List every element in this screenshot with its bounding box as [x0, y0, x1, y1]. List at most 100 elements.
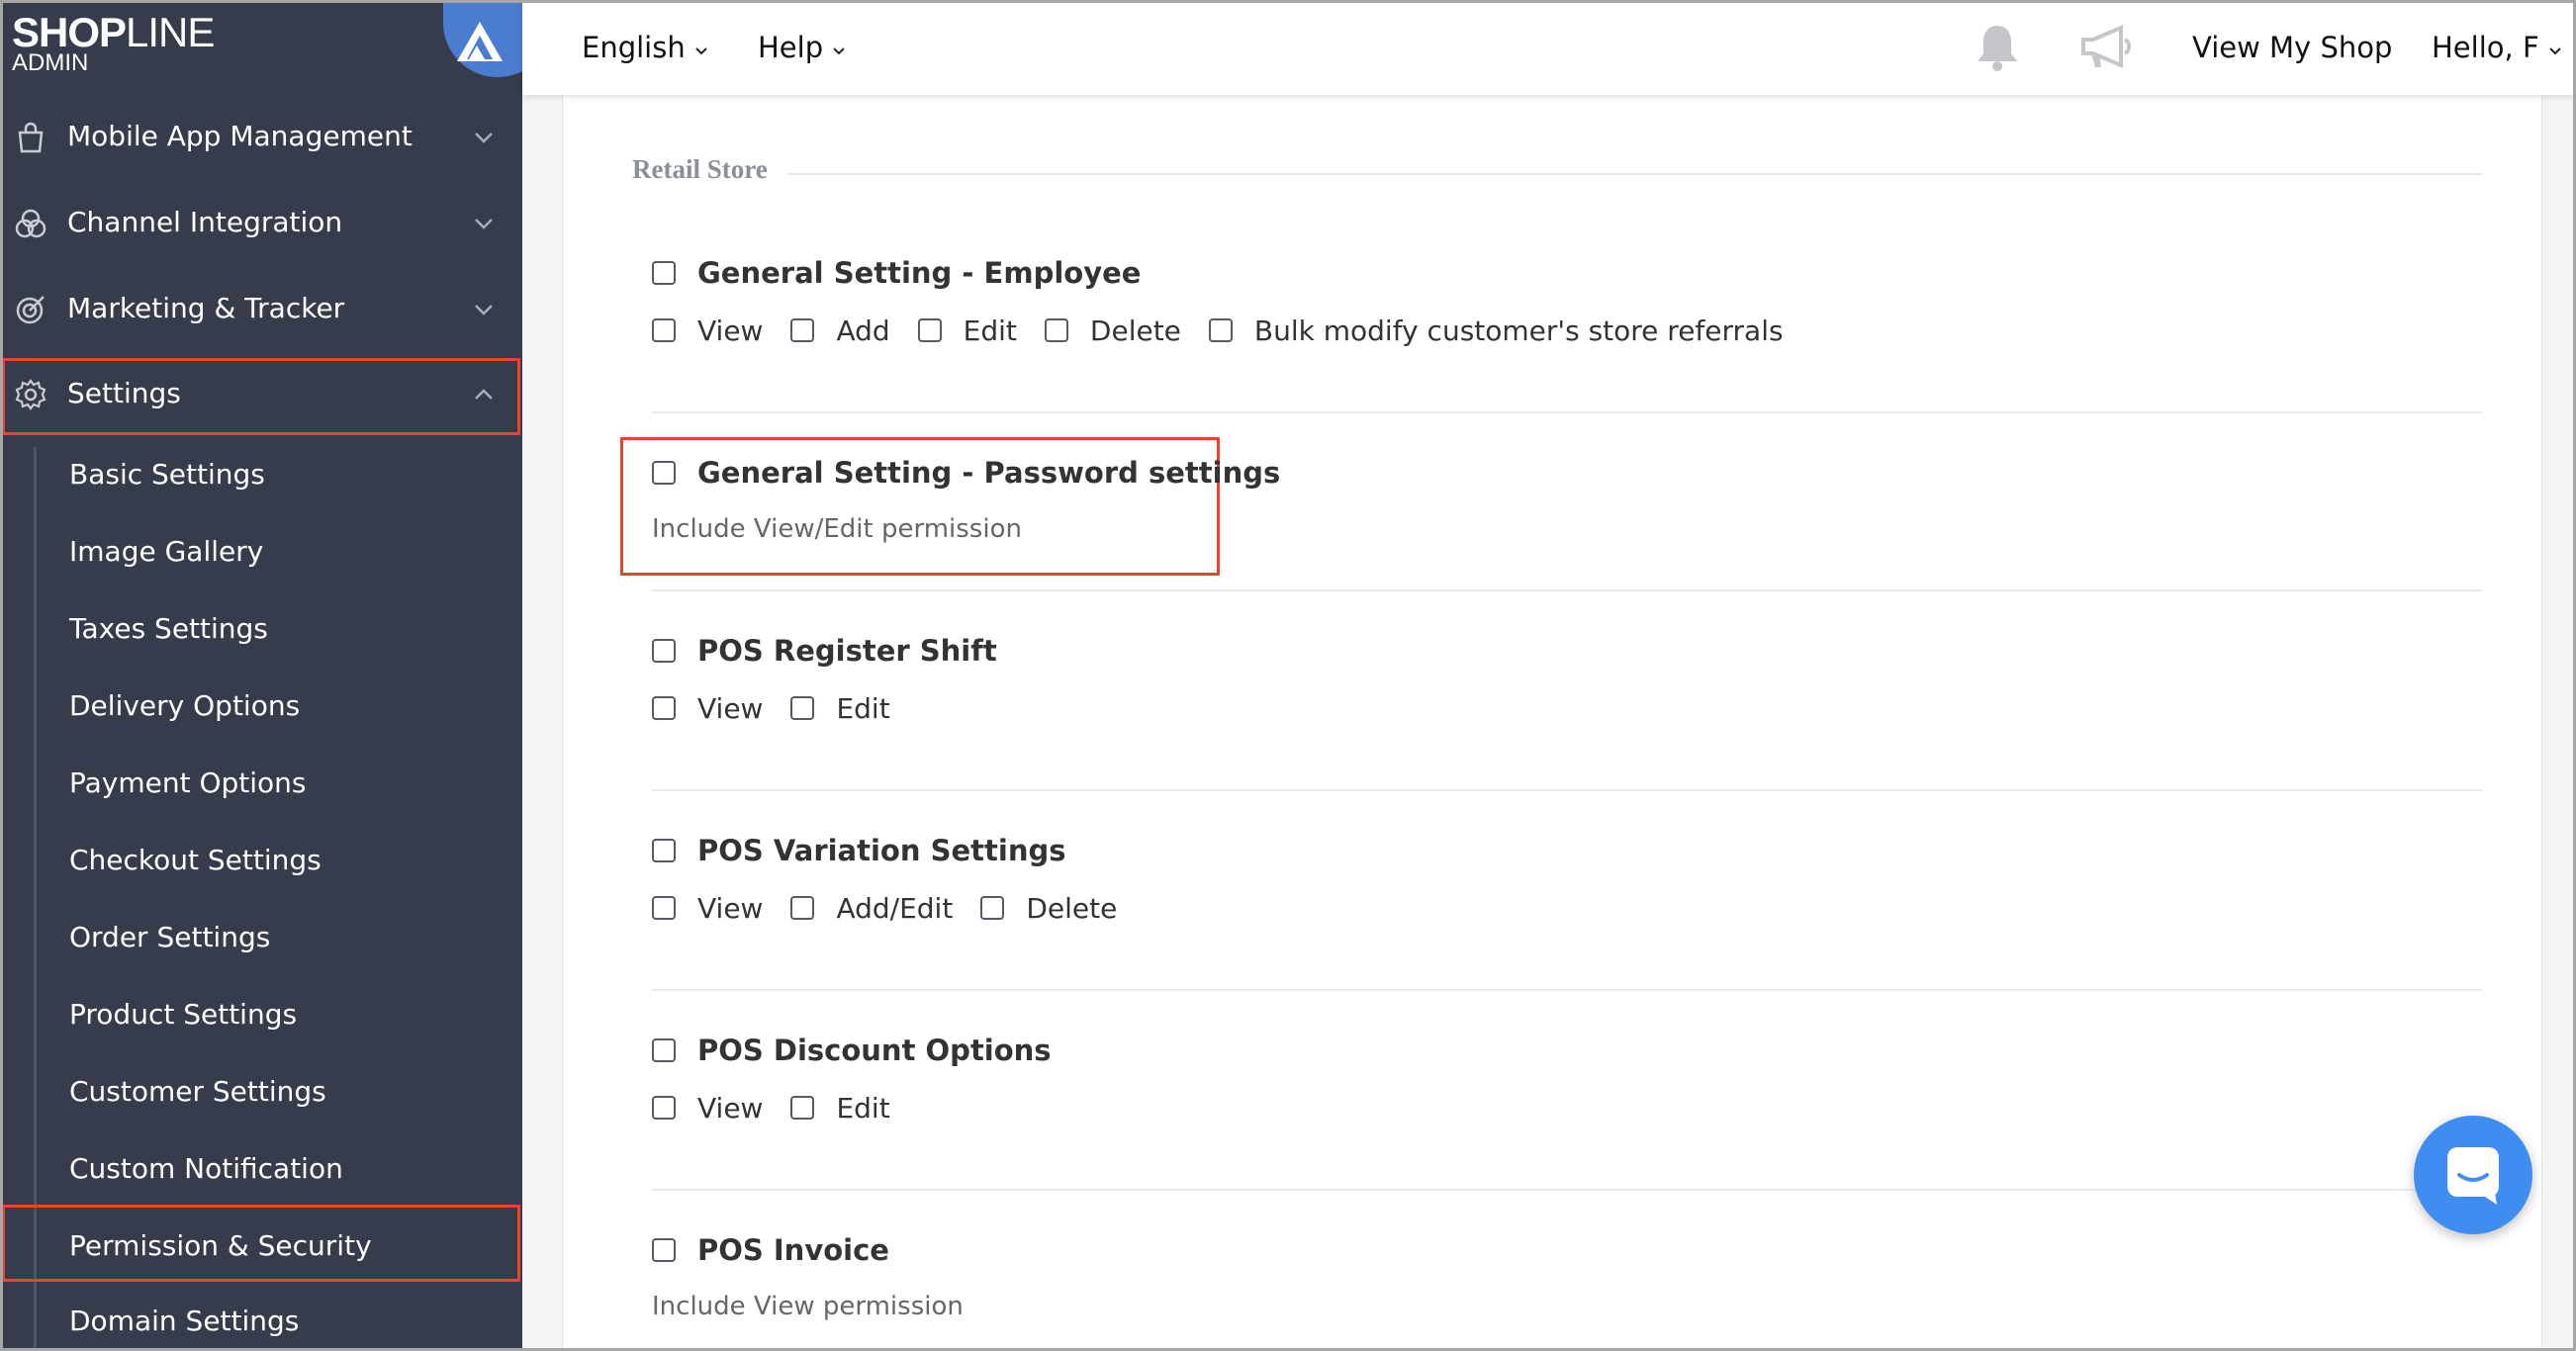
help-label: Help — [758, 31, 824, 64]
language-label: English — [582, 31, 686, 64]
section-title: Retail Store — [632, 154, 787, 185]
bell-icon[interactable] — [1973, 22, 2022, 77]
option-label: Delete — [1026, 891, 1118, 925]
option-label: Edit — [836, 691, 890, 725]
option-bulk-modify-referrals[interactable]: Bulk modify customer's store referrals — [1208, 314, 1784, 347]
sidebar-subitem-checkout-settings[interactable]: Checkout Settings — [69, 831, 514, 890]
option-checkbox[interactable] — [652, 318, 676, 342]
permission-group-header[interactable]: POS Invoice — [652, 1230, 889, 1270]
permissions-card: Retail Store General Setting - Employee … — [562, 95, 2542, 1351]
sidebar-item-mobile-app-management[interactable]: Mobile App Management — [0, 99, 522, 174]
permission-options: View Edit — [652, 1088, 918, 1127]
sidebar-subitem-product-settings[interactable]: Product Settings — [69, 985, 514, 1044]
group-checkbox[interactable] — [652, 1238, 676, 1262]
option-edit[interactable]: Edit — [917, 314, 1017, 347]
top-bar: English Help View My Shop Hello, F — [522, 0, 2576, 95]
option-delete[interactable]: Delete — [1044, 315, 1181, 347]
logo[interactable]: SHOPLINE ADMIN — [0, 0, 522, 95]
permission-options: View Add Edit Delete Bulk modify custome… — [652, 311, 1811, 350]
option-edit[interactable]: Edit — [790, 691, 890, 725]
option-checkbox[interactable] — [1044, 318, 1068, 342]
sidebar-item-marketing-tracker[interactable]: Marketing & Tracker — [0, 271, 522, 346]
option-checkbox[interactable] — [652, 696, 676, 720]
option-checkbox[interactable] — [1208, 318, 1233, 342]
chevron-down-icon — [2547, 2, 2563, 97]
app-badge-icon[interactable] — [443, 0, 522, 77]
group-checkbox[interactable] — [652, 639, 676, 663]
option-view[interactable]: View — [652, 315, 763, 347]
settings-highlight-box — [2, 358, 520, 435]
chevron-down-icon — [471, 125, 497, 150]
language-dropdown[interactable]: English — [582, 0, 709, 95]
chevron-down-icon — [831, 2, 847, 97]
sidebar-subitem-delivery-options[interactable]: Delivery Options — [69, 676, 514, 736]
group-checkbox[interactable] — [652, 839, 676, 862]
group-checkbox[interactable] — [652, 461, 676, 485]
chat-icon — [2447, 1147, 2499, 1205]
user-menu[interactable]: Hello, F — [2432, 0, 2563, 95]
option-checkbox[interactable] — [980, 896, 1005, 920]
option-label: Bulk modify customer's store referrals — [1253, 314, 1784, 347]
group-divider — [652, 989, 2482, 991]
chevron-down-icon — [693, 2, 709, 97]
group-divider — [652, 411, 2482, 413]
target-icon — [14, 293, 47, 326]
option-checkbox[interactable] — [652, 1096, 676, 1120]
option-label: Edit — [963, 314, 1017, 347]
group-checkbox[interactable] — [652, 261, 676, 285]
megaphone-icon[interactable] — [2077, 22, 2133, 77]
chat-support-button[interactable] — [2414, 1116, 2532, 1234]
option-checkbox[interactable] — [917, 318, 942, 342]
logo-text: SHOPLINE — [12, 9, 215, 55]
option-view[interactable]: View — [652, 1092, 763, 1125]
option-label: Add/Edit — [836, 891, 954, 925]
group-divider — [652, 789, 2482, 791]
shopping-bag-icon — [14, 121, 47, 154]
option-add[interactable]: Add — [790, 314, 890, 347]
permission-options: View Add/Edit Delete — [652, 888, 1145, 928]
group-divider — [652, 1189, 2482, 1191]
permission-group-header[interactable]: POS Discount Options — [652, 1031, 1052, 1070]
option-label: View — [697, 891, 764, 925]
sidebar-subitem-order-settings[interactable]: Order Settings — [69, 908, 514, 967]
group-checkbox[interactable] — [652, 1038, 676, 1062]
permission-group-header[interactable]: POS Register Shift — [652, 631, 997, 671]
option-checkbox[interactable] — [790, 1096, 815, 1120]
sidebar-subitem-customer-settings[interactable]: Customer Settings — [69, 1062, 514, 1122]
option-delete[interactable]: Delete — [980, 892, 1117, 925]
option-label: View — [697, 1091, 764, 1125]
sidebar-item-label: Marketing & Tracker — [67, 292, 345, 324]
sidebar: SHOPLINE ADMIN Mobile App Management Cha… — [0, 0, 522, 1351]
option-view[interactable]: View — [652, 692, 763, 725]
option-checkbox[interactable] — [790, 318, 815, 342]
permission-description: Include View permission — [652, 1292, 964, 1321]
permission-group-title: POS Register Shift — [697, 634, 997, 668]
sidebar-subitem-basic-settings[interactable]: Basic Settings — [69, 445, 514, 504]
option-label: Add — [836, 314, 890, 347]
permission-highlight-box — [2, 1205, 520, 1282]
option-checkbox[interactable] — [790, 896, 815, 920]
sidebar-subitem-payment-options[interactable]: Payment Options — [69, 754, 514, 813]
sidebar-subitem-domain-settings[interactable]: Domain Settings — [69, 1292, 514, 1351]
sidebar-item-channel-integration[interactable]: Channel Integration — [0, 185, 522, 260]
sidebar-subitem-taxes-settings[interactable]: Taxes Settings — [69, 599, 514, 659]
option-edit[interactable]: Edit — [790, 1091, 890, 1125]
option-view[interactable]: View — [652, 892, 763, 925]
sidebar-subitem-custom-notification[interactable]: Custom Notification — [69, 1139, 514, 1199]
permission-group-title: POS Invoice — [697, 1233, 889, 1267]
permission-group-header[interactable]: General Setting - Employee — [652, 253, 1141, 293]
option-add-edit[interactable]: Add/Edit — [790, 892, 953, 925]
option-label: Edit — [836, 1091, 890, 1125]
option-checkbox[interactable] — [790, 696, 815, 720]
logo-subtitle: ADMIN — [12, 49, 89, 76]
view-my-shop-link[interactable]: View My Shop — [2192, 0, 2392, 95]
option-label: View — [697, 314, 764, 347]
permission-group-title: General Setting - Employee — [697, 256, 1142, 290]
permission-description: Include View/Edit permission — [652, 514, 1022, 544]
channels-icon — [14, 207, 47, 240]
option-checkbox[interactable] — [652, 896, 676, 920]
permission-group-header[interactable]: General Setting - Password settings — [652, 453, 1280, 493]
sidebar-subitem-image-gallery[interactable]: Image Gallery — [69, 522, 514, 582]
help-dropdown[interactable]: Help — [758, 0, 847, 95]
permission-group-header[interactable]: POS Variation Settings — [652, 831, 1065, 870]
